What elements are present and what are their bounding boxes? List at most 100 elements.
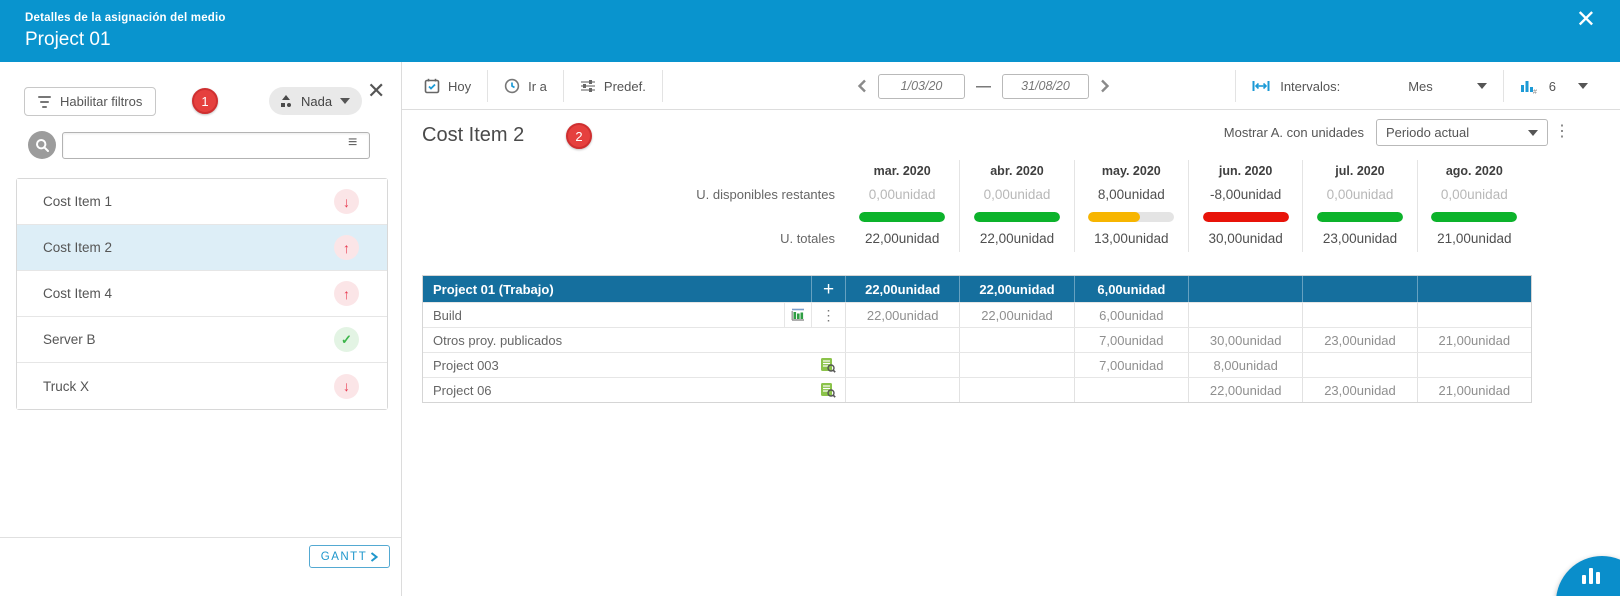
- show-units-label: Mostrar A. con unidades: [1224, 125, 1364, 140]
- chevron-down-icon: [1578, 83, 1588, 89]
- fab-chart-icon: [1582, 568, 1600, 584]
- chevron-left-icon[interactable]: [857, 79, 867, 93]
- chart-bars-icon: #: [1520, 79, 1537, 94]
- intervals-icon: [1252, 80, 1270, 92]
- remaining-value: -8,00unidad: [1189, 182, 1302, 208]
- show-units-dropdown[interactable]: Periodo actual: [1376, 119, 1548, 146]
- today-label: Hoy: [448, 79, 471, 94]
- open-project-icon[interactable]: [820, 357, 836, 373]
- page-title: Project 01: [25, 29, 111, 51]
- total-units-label: U. totales: [422, 226, 835, 252]
- table-row-project-003[interactable]: Project 003 7,00unidad 8,00unidad: [423, 352, 1531, 377]
- dialog-header: Detalles de la asignación del medio Proj…: [0, 0, 1620, 62]
- table-row-otros-proy[interactable]: Otros proy. publicados 7,00unidad 30,00u…: [423, 327, 1531, 352]
- remaining-value: 0,00unidad: [960, 182, 1073, 208]
- time-toolbar: Hoy Ir a Predef. —: [402, 62, 1620, 110]
- enable-filters-label: Habilitar filtros: [60, 94, 142, 109]
- goto-button[interactable]: Ir a: [488, 71, 563, 101]
- table-row-build[interactable]: Build ⋮ 22,00unidad 22,00unidad 6,00unid…: [423, 302, 1531, 327]
- date-separator: —: [976, 78, 991, 95]
- step-badge-2: 2: [566, 123, 592, 149]
- show-units-value: Periodo actual: [1386, 125, 1469, 140]
- close-icon[interactable]: ✕: [1576, 8, 1596, 32]
- row-label: Otros proy. publicados: [433, 333, 562, 348]
- list-item-truck-x[interactable]: Truck X ↓: [17, 363, 387, 409]
- resource-label: Cost Item 4: [43, 286, 112, 301]
- total-value: 23,00unidad: [1303, 226, 1416, 252]
- group-by-value: Nada: [301, 94, 332, 109]
- list-item-server-b[interactable]: Server B ✓: [17, 317, 387, 363]
- presets-label: Predef.: [604, 79, 646, 94]
- table-header-row[interactable]: Project 01 (Trabajo) + 22,00unidad 22,00…: [423, 276, 1531, 302]
- row-label: Project 06: [433, 383, 492, 398]
- allocation-table: Project 01 (Trabajo) + 22,00unidad 22,00…: [422, 275, 1532, 403]
- resource-sidebar: Habilitar filtros 1 Nada ✕ ≡ Cost Item 1…: [0, 62, 402, 596]
- search-options-icon[interactable]: ≡: [348, 134, 357, 152]
- histogram-icon[interactable]: [784, 303, 811, 327]
- resource-allocation-dialog: Detalles de la asignación del medio Proj…: [0, 0, 1620, 596]
- capacity-bar: [974, 212, 1060, 222]
- intervals-dropdown[interactable]: Intervalos: Mes: [1236, 71, 1503, 101]
- kebab-menu-icon[interactable]: ⋮: [1554, 123, 1570, 141]
- check-icon: ✓: [334, 327, 359, 352]
- row-label: Build: [433, 308, 462, 323]
- arrow-down-icon: ↓: [334, 189, 359, 214]
- month-column-may-2020: may. 2020 8,00unidad 13,00unidad: [1074, 160, 1188, 252]
- group-by-icon: [281, 95, 293, 107]
- intervals-label: Intervalos:: [1280, 79, 1340, 94]
- month-column-jun-2020: jun. 2020 -8,00unidad 30,00unidad: [1188, 160, 1302, 252]
- total-value: 30,00unidad: [1189, 226, 1302, 252]
- enable-filters-button[interactable]: Habilitar filtros: [24, 87, 156, 116]
- list-item-cost-item-4[interactable]: Cost Item 4 ↑: [17, 271, 387, 317]
- date-from-input[interactable]: [878, 74, 965, 99]
- calendar-icon: [424, 78, 440, 94]
- remaining-value: 0,00unidad: [1418, 182, 1531, 208]
- date-to-input[interactable]: [1002, 74, 1089, 99]
- row-label: Project 003: [433, 358, 499, 373]
- presets-button[interactable]: Predef.: [564, 71, 662, 101]
- chevron-right-icon: [370, 552, 378, 562]
- resource-label: Truck X: [43, 379, 89, 394]
- chevron-down-icon: [340, 98, 350, 104]
- capacity-bar: [859, 212, 945, 222]
- dialog-subtitle: Detalles de la asignación del medio: [25, 12, 226, 24]
- capacity-bar: [1317, 212, 1403, 222]
- resource-list: Cost Item 1 ↓ Cost Item 2 ↑ Cost Item 4 …: [16, 178, 388, 410]
- intervals-value: Mes: [1408, 79, 1433, 94]
- open-project-icon[interactable]: [820, 382, 836, 398]
- sidebar-close-icon[interactable]: ✕: [367, 80, 385, 102]
- today-button[interactable]: Hoy: [408, 71, 487, 101]
- chart-count-value: 6: [1549, 79, 1556, 94]
- chevron-right-icon[interactable]: [1100, 79, 1110, 93]
- sliders-icon: [580, 79, 596, 93]
- date-range-control: —: [857, 62, 1110, 110]
- search-input[interactable]: [62, 132, 370, 159]
- add-row-icon[interactable]: +: [823, 280, 834, 299]
- gantt-button[interactable]: GANTT: [309, 545, 390, 568]
- project-header-name: Project 01 (Trabajo): [423, 276, 811, 302]
- svg-text:#: #: [1533, 89, 1537, 94]
- goto-label: Ir a: [528, 79, 547, 94]
- resource-label: Server B: [43, 332, 96, 347]
- row-kebab-menu-icon[interactable]: ⋮: [822, 308, 836, 322]
- table-row-project-06[interactable]: Project 06 22,00unidad 23,00unidad 21,00…: [423, 377, 1531, 402]
- list-item-cost-item-1[interactable]: Cost Item 1 ↓: [17, 179, 387, 225]
- sidebar-divider: [0, 537, 401, 538]
- chevron-down-icon: [1528, 130, 1538, 136]
- search-icon[interactable]: [28, 131, 56, 159]
- step-badge-1: 1: [192, 88, 218, 114]
- filter-icon: [38, 96, 51, 108]
- month-column-ago-2020: ago. 2020 0,00unidad 21,00unidad: [1417, 160, 1531, 252]
- total-value: 13,00unidad: [1075, 226, 1188, 252]
- chevron-down-icon: [1477, 83, 1487, 89]
- total-value: 22,00unidad: [960, 226, 1073, 252]
- chart-count-dropdown[interactable]: # 6: [1504, 71, 1604, 101]
- remaining-value: 0,00unidad: [1303, 182, 1416, 208]
- arrow-down-icon: ↓: [334, 374, 359, 399]
- resource-label: Cost Item 1: [43, 194, 112, 209]
- capacity-bar: [1088, 212, 1174, 222]
- remaining-units-label: U. disponibles restantes: [422, 182, 835, 208]
- resource-title: Cost Item 2: [422, 124, 524, 147]
- group-by-dropdown[interactable]: Nada: [269, 87, 362, 115]
- list-item-cost-item-2[interactable]: Cost Item 2 ↑: [17, 225, 387, 271]
